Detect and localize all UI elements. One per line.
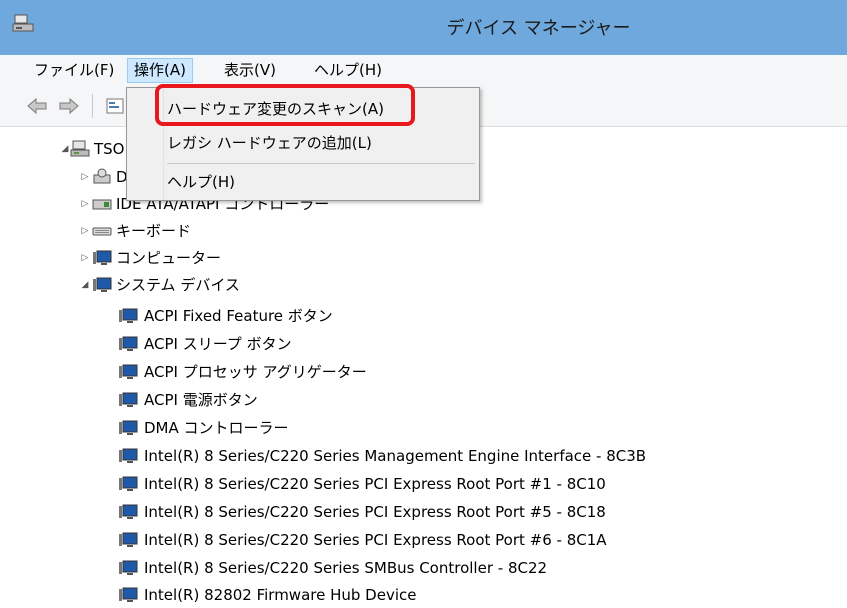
- category-label: システム デバイス: [116, 276, 240, 294]
- forward-arrow-icon[interactable]: [58, 95, 80, 117]
- menu-separator: [167, 163, 475, 164]
- device-label: DMA コントローラー: [144, 419, 289, 437]
- system-device-icon: [119, 420, 138, 435]
- device-label: Intel(R) 8 Series/C220 Series Management…: [144, 447, 647, 465]
- system-device-icon: [119, 504, 138, 519]
- device-label: ACPI スリープ ボタン: [144, 335, 292, 353]
- tree-category[interactable]: ▷ コンピューター: [0, 245, 222, 271]
- collapse-icon[interactable]: ◢: [80, 272, 90, 298]
- system-device-icon: [119, 308, 138, 323]
- system-device-icon: [119, 336, 138, 351]
- device-label: ACPI Fixed Feature ボタン: [144, 307, 333, 325]
- menu-file[interactable]: ファイル(F): [28, 59, 120, 82]
- tree-device-item[interactable]: Intel(R) 8 Series/C220 Series SMBus Cont…: [0, 555, 847, 581]
- device-label: ACPI プロセッサ アグリゲーター: [144, 363, 367, 381]
- expand-icon[interactable]: ▷: [80, 218, 90, 244]
- menu-action[interactable]: 操作(A): [127, 58, 193, 83]
- system-device-icon: [119, 532, 138, 547]
- tree-device-item[interactable]: Intel(R) 82802 Firmware Hub Device: [0, 582, 847, 608]
- root-label: TSO: [94, 140, 125, 158]
- properties-icon[interactable]: [104, 95, 126, 117]
- tree-device-item[interactable]: ACPI Fixed Feature ボタン: [0, 303, 847, 329]
- tree-device-item[interactable]: Intel(R) 8 Series/C220 Series PCI Expres…: [0, 471, 847, 497]
- tree-category[interactable]: ◢ システム デバイス: [0, 272, 260, 298]
- menu-view[interactable]: 表示(V): [218, 59, 282, 82]
- system-device-icon: [93, 277, 112, 292]
- system-device-icon: [119, 392, 138, 407]
- device-label: Intel(R) 82802 Firmware Hub Device: [144, 586, 417, 604]
- tree-device-item[interactable]: DMA コントローラー: [0, 415, 847, 441]
- highlight-annotation: [155, 84, 415, 126]
- tree-device-item[interactable]: ACPI スリープ ボタン: [0, 331, 847, 357]
- device-label: Intel(R) 8 Series/C220 Series SMBus Cont…: [144, 559, 548, 577]
- menu-item-help[interactable]: ヘルプ(H): [167, 169, 235, 195]
- expand-icon[interactable]: ▷: [80, 191, 90, 217]
- menu-item-add-legacy-hardware[interactable]: レガシ ハードウェアの追加(L): [167, 130, 372, 156]
- device-label: ACPI 電源ボタン: [144, 391, 258, 409]
- computer-monitor-icon: [93, 250, 112, 265]
- tree-category[interactable]: ▷ キーボード: [0, 218, 220, 244]
- back-arrow-icon[interactable]: [26, 95, 48, 117]
- system-device-icon: [119, 560, 138, 575]
- system-device-icon: [119, 448, 138, 463]
- expand-icon[interactable]: ▷: [80, 164, 90, 190]
- tree-device-item[interactable]: Intel(R) 8 Series/C220 Series Management…: [0, 443, 847, 469]
- tree-device-item[interactable]: Intel(R) 8 Series/C220 Series PCI Expres…: [0, 499, 847, 525]
- ide-controller-icon: [92, 199, 112, 210]
- computer-icon: [70, 140, 90, 157]
- system-device-icon: [119, 476, 138, 491]
- disk-drive-icon: [93, 168, 111, 184]
- tree-category[interactable]: ▷ D: [0, 164, 140, 190]
- title-bar: デバイス マネージャー: [0, 0, 847, 55]
- tree-device-item[interactable]: ACPI プロセッサ アグリゲーター: [0, 359, 847, 385]
- system-device-icon: [119, 587, 138, 602]
- device-label: Intel(R) 8 Series/C220 Series PCI Expres…: [144, 531, 607, 549]
- tree-device-item[interactable]: Intel(R) 8 Series/C220 Series PCI Expres…: [0, 527, 847, 553]
- tree-device-item[interactable]: ACPI 電源ボタン: [0, 387, 847, 413]
- system-device-icon: [119, 364, 138, 379]
- category-label: コンピューター: [116, 249, 222, 267]
- device-label: Intel(R) 8 Series/C220 Series PCI Expres…: [144, 503, 606, 521]
- menu-help[interactable]: ヘルプ(H): [308, 59, 388, 82]
- device-label: Intel(R) 8 Series/C220 Series PCI Expres…: [144, 475, 606, 493]
- expand-icon[interactable]: ▷: [80, 245, 90, 271]
- keyboard-icon: [92, 227, 112, 236]
- toolbar-separator: [92, 94, 93, 118]
- collapse-icon[interactable]: ◢: [60, 136, 70, 162]
- category-label: キーボード: [116, 222, 192, 240]
- window-title: デバイス マネージャー: [446, 18, 631, 39]
- menu-bar: ファイル(F) 操作(A) 表示(V) ヘルプ(H): [0, 55, 847, 87]
